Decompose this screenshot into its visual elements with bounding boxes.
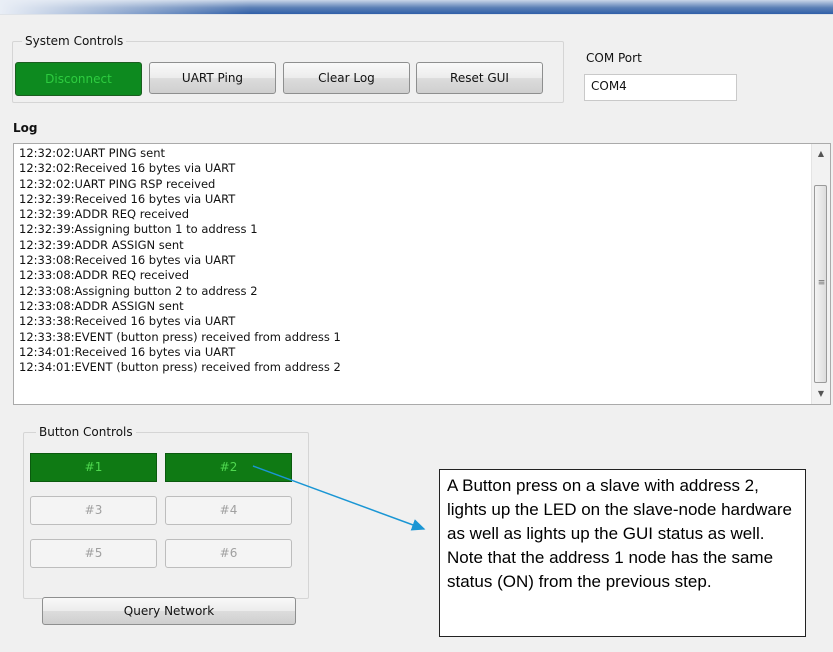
node-button-1[interactable]: #1	[30, 453, 157, 482]
node-button-2[interactable]: #2	[165, 453, 292, 482]
log-heading: Log	[13, 121, 38, 135]
node-button-4[interactable]: #4	[165, 496, 292, 525]
window-title-bar	[0, 0, 833, 14]
title-separator	[0, 14, 833, 15]
log-line: 12:34:01:EVENT (button press) received f…	[19, 360, 341, 375]
node-button-6[interactable]: #6	[165, 539, 292, 568]
log-line: 12:33:08:ADDR REQ received	[19, 268, 190, 283]
scroll-thumb[interactable]: ≡	[814, 185, 827, 383]
log-line: 12:33:08:Assigning button 2 to address 2	[19, 283, 258, 298]
scroll-up-arrow-icon[interactable]: ▲	[812, 146, 830, 162]
system-controls-label: System Controls	[22, 34, 127, 48]
query-network-button[interactable]: Query Network	[42, 597, 296, 625]
log-line: 12:33:08:ADDR ASSIGN sent	[19, 298, 184, 313]
node-button-5[interactable]: #5	[30, 539, 157, 568]
annotation-callout: A Button press on a slave with address 2…	[439, 469, 806, 637]
disconnect-button[interactable]: Disconnect	[15, 62, 142, 96]
log-line: 12:32:39:ADDR ASSIGN sent	[19, 237, 184, 252]
com-port-input[interactable]: COM4	[584, 74, 737, 101]
log-line: 12:32:02:UART PING sent	[19, 146, 166, 160]
log-textarea[interactable]: 12:32:02:UART PING sent 12:32:02:Received…	[13, 143, 831, 405]
log-line: 12:34:01:Received 16 bytes via UART	[19, 344, 236, 359]
log-line: 12:32:39:Assigning button 1 to address 1	[19, 222, 258, 237]
node-button-3[interactable]: #3	[30, 496, 157, 525]
scroll-down-arrow-icon[interactable]: ▼	[812, 386, 830, 402]
reset-gui-button[interactable]: Reset GUI	[416, 62, 543, 94]
log-line: 12:33:38:Received 16 bytes via UART	[19, 314, 236, 329]
log-line: 12:33:08:Received 16 bytes via UART	[19, 253, 236, 268]
log-scrollbar[interactable]: ▲ ≡ ▼	[811, 144, 830, 404]
log-line: 12:32:39:ADDR REQ received	[19, 207, 190, 222]
com-port-label: COM Port	[586, 51, 642, 65]
log-line: 12:32:39:Received 16 bytes via UART	[19, 191, 236, 206]
scroll-grip-icon: ≡	[817, 278, 826, 288]
log-lines: 12:32:02:UART PING sent 12:32:02:Received…	[19, 146, 808, 375]
uart-ping-button[interactable]: UART Ping	[149, 62, 276, 94]
log-line: 12:33:38:EVENT (button press) received f…	[19, 329, 341, 344]
log-line: 12:32:02:Received 16 bytes via UART	[19, 161, 236, 176]
button-controls-label: Button Controls	[36, 425, 136, 439]
clear-log-button[interactable]: Clear Log	[283, 62, 410, 94]
log-line: 12:32:02:UART PING RSP received	[19, 176, 216, 191]
